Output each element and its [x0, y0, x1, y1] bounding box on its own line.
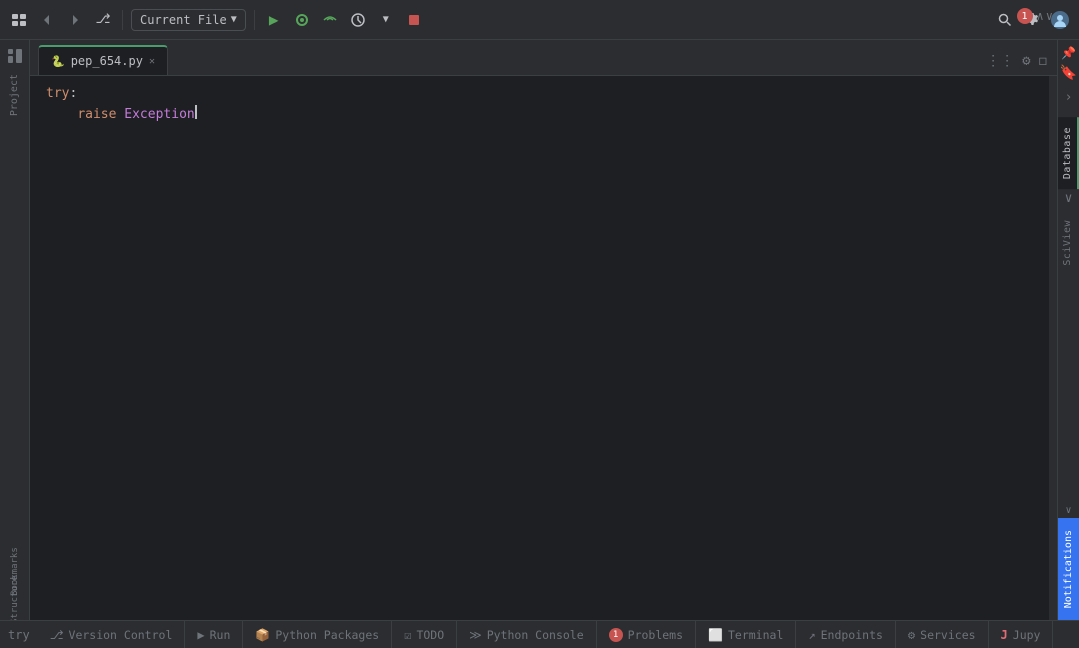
python-console-icon: ≫ [469, 628, 482, 642]
endpoints-icon: ↗ [808, 628, 815, 642]
endpoints-label: Endpoints [821, 628, 883, 642]
center-area: 🐍 pep_654.py ✕ ⋮⋮ ⚙ ◻ 1 ∧ ∨ [30, 40, 1079, 620]
status-try: try [0, 628, 38, 642]
tab-close-button[interactable]: ✕ [149, 56, 155, 67]
bookmark-icon[interactable]: 🔖 [1060, 64, 1078, 82]
tab-actions: ⋮⋮ ⚙ ◻ [984, 51, 1049, 75]
pin-icon[interactable]: 📌 [1060, 44, 1078, 62]
tab-python-console[interactable]: ≫ Python Console [457, 621, 597, 648]
keyword-raise: raise [77, 105, 116, 126]
coverage-button[interactable] [319, 9, 341, 31]
terminal-label: Terminal [728, 628, 783, 642]
database-chevron-down[interactable]: ∨ [1058, 189, 1079, 208]
tab-todo[interactable]: ☑ TODO [392, 621, 457, 648]
tab-jupyter[interactable]: J Jupy [989, 621, 1054, 648]
tab-version-control[interactable]: ⎇ Version Control [38, 621, 186, 648]
main-area: Project Bookmarks Structure 🐍 pep_654.py… [0, 40, 1079, 620]
python-packages-icon: 📦 [255, 628, 270, 642]
editor-container: 🐍 pep_654.py ✕ ⋮⋮ ⚙ ◻ 1 ∧ ∨ [30, 40, 1057, 620]
search-icon[interactable] [993, 9, 1015, 31]
todo-icon: ☑ [404, 628, 411, 642]
nav-forward-button[interactable] [64, 9, 86, 31]
tab-bar: 🐍 pep_654.py ✕ ⋮⋮ ⚙ ◻ [30, 40, 1057, 76]
scrollbar[interactable] [1049, 76, 1057, 620]
python-file-icon: 🐍 [51, 55, 65, 68]
editor-area[interactable]: try: raise Exception [30, 76, 1057, 620]
tab-endpoints[interactable]: ↗ Endpoints [796, 621, 896, 648]
file-tab[interactable]: 🐍 pep_654.py ✕ [38, 45, 168, 75]
python-console-label: Python Console [487, 628, 584, 642]
collapse-right-button[interactable]: › [1058, 86, 1079, 109]
problems-error-dot: 1 [609, 628, 623, 642]
bottom-panel: try ⎇ Version Control ▶ Run 📦 Python Pac… [0, 620, 1079, 648]
separator-2 [254, 10, 255, 30]
jupyter-icon: J [1001, 628, 1008, 642]
tab-problems[interactable]: 1 Problems [597, 621, 696, 648]
separator-1 [122, 10, 123, 30]
debug-button[interactable] [291, 9, 313, 31]
code-line-1: try: [46, 84, 1049, 105]
keyword-try: try [46, 84, 69, 105]
settings-gear-icon[interactable]: ⚙ [1020, 51, 1032, 71]
tab-run[interactable]: ▶ Run [185, 621, 243, 648]
services-label: Services [920, 628, 975, 642]
current-file-label: Current File [140, 13, 227, 27]
stop-button[interactable] [403, 9, 425, 31]
version-control-label: Version Control [69, 628, 173, 642]
run-label: Run [210, 628, 231, 642]
terminal-icon: ⬜ [708, 628, 723, 642]
sciview-chevron-down[interactable]: ∨ [1063, 503, 1073, 518]
jupyter-label: Jupy [1013, 628, 1041, 642]
structure-icon[interactable]: Structure [3, 588, 27, 612]
run-button[interactable]: ▶ [263, 9, 285, 31]
services-icon: ⚙ [908, 628, 915, 642]
notifications-panel-tab[interactable]: Notifications [1058, 518, 1079, 620]
python-packages-label: Python Packages [275, 628, 379, 642]
todo-label: TODO [416, 628, 444, 642]
database-panel-tab[interactable]: Database [1058, 117, 1079, 189]
tab-expand-icon[interactable]: ◻ [1037, 51, 1049, 71]
tab-more-button[interactable]: ⋮⋮ [984, 51, 1016, 71]
dropdown-more[interactable]: ▼ [375, 9, 397, 31]
main-toolbar: ⎇ Current File ▼ ▶ ▼ [0, 0, 1079, 40]
text-cursor [195, 105, 197, 119]
git-icon[interactable]: ⎇ [92, 9, 114, 31]
dropdown-arrow-icon: ▼ [231, 14, 237, 25]
current-file-dropdown[interactable]: Current File ▼ [131, 9, 246, 31]
sciview-panel-tab[interactable]: SciView [1058, 212, 1077, 274]
profile-button[interactable] [347, 9, 369, 31]
class-exception: Exception [124, 105, 194, 126]
tab-terminal[interactable]: ⬜ Terminal [696, 621, 796, 648]
version-control-icon: ⎇ [50, 628, 64, 642]
run-icon: ▶ [197, 628, 204, 642]
tab-services[interactable]: ⚙ Services [896, 621, 989, 648]
left-sidebar: Project Bookmarks Structure [0, 40, 30, 620]
problems-label: Problems [628, 628, 683, 642]
sidebar-item-project[interactable] [3, 44, 27, 68]
nav-back-button[interactable] [36, 9, 58, 31]
project-icon[interactable] [8, 9, 30, 31]
code-line-2: raise Exception [46, 105, 1049, 126]
tab-filename: pep_654.py [71, 54, 143, 68]
code-editor[interactable]: try: raise Exception [30, 76, 1057, 620]
project-label[interactable]: Project [7, 70, 22, 120]
tab-python-packages[interactable]: 📦 Python Packages [243, 621, 392, 648]
